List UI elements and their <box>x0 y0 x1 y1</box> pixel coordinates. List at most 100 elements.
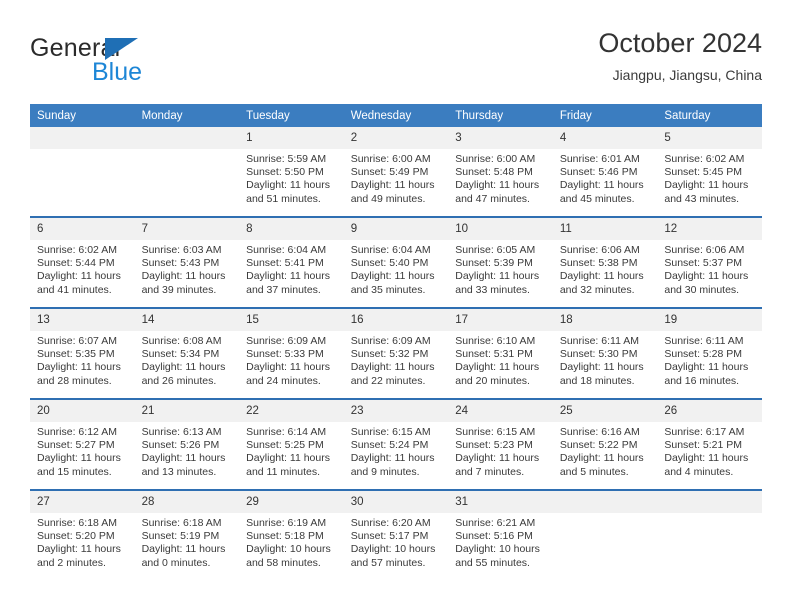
daylight-text-line1: Daylight: 11 hours <box>141 452 226 465</box>
calendar-grid: Sunday Monday Tuesday Wednesday Thursday… <box>30 104 762 580</box>
page-header: General Blue October 2024 Jiangpu, Jiang… <box>30 26 762 96</box>
calendar-day-cell-empty <box>552 489 658 580</box>
daylight-text-line1: Daylight: 11 hours <box>664 452 749 465</box>
weekday-header-row: Sunday Monday Tuesday Wednesday Thursday… <box>30 104 762 127</box>
sunrise-text: Sunrise: 6:02 AM <box>664 153 745 165</box>
calendar-day-cell[interactable]: 10 Sunrise: 6:05 AM Sunset: 5:39 PM Dayligh… <box>448 216 553 308</box>
calendar-day-cell[interactable]: 15 Sunrise: 6:09 AM Sunset: 5:33 PM Dayligh… <box>239 307 344 399</box>
calendar-day-cell[interactable]: 19 Sunrise: 6:11 AM Sunset: 5:28 PM Dayligh… <box>657 307 762 399</box>
calendar-day-cell[interactable]: 18 Sunrise: 6:11 AM Sunset: 5:30 PM Dayligh… <box>552 307 658 399</box>
day-details: Sunrise: 6:09 AM Sunset: 5:32 PM Daylight:… <box>344 331 449 388</box>
sunset-text: Sunset: 5:48 PM <box>455 166 533 179</box>
daylight-text-line1: Daylight: 11 hours <box>37 270 121 283</box>
sunset-text: Sunset: 5:21 PM <box>664 439 743 452</box>
calendar-day-cell[interactable]: 23 Sunrise: 6:15 AM Sunset: 5:24 PM Dayligh… <box>343 398 449 490</box>
calendar-day-cell[interactable]: 3 Sunrise: 6:00 AM Sunset: 5:48 PM Daylight… <box>448 127 553 217</box>
sunset-text: Sunset: 5:32 PM <box>350 348 429 361</box>
calendar-day-cell[interactable]: 28 Sunrise: 6:18 AM Sunset: 5:19 PM Dayligh… <box>134 489 240 580</box>
sunrise-text: Sunrise: 6:04 AM <box>350 244 431 256</box>
daylight-text-line2: and 45 minutes. <box>559 192 635 205</box>
calendar-day-cell[interactable]: 4 Sunrise: 6:01 AM Sunset: 5:46 PM Daylight… <box>552 127 658 217</box>
sunset-text: Sunset: 5:30 PM <box>559 348 638 361</box>
day-details: Sunrise: 6:14 AM Sunset: 5:25 PM Daylight:… <box>239 422 344 479</box>
calendar-day-cell[interactable]: 13 Sunrise: 6:07 AM Sunset: 5:35 PM Dayligh… <box>30 307 135 399</box>
day-number: 14 <box>134 309 240 331</box>
brand-triangle-icon <box>105 38 138 60</box>
sunrise-text: Sunrise: 6:16 AM <box>559 426 640 438</box>
day-number: 4 <box>552 127 658 149</box>
calendar-day-cell[interactable]: 8 Sunrise: 6:04 AM Sunset: 5:41 PM Daylight… <box>239 216 344 308</box>
daylight-text-line1: Daylight: 11 hours <box>455 179 540 192</box>
daylight-text-line1: Daylight: 11 hours <box>559 179 644 192</box>
day-number: 15 <box>239 309 344 331</box>
sunrise-text: Sunrise: 6:04 AM <box>246 244 327 256</box>
day-details: Sunrise: 6:10 AM Sunset: 5:31 PM Daylight:… <box>448 331 553 388</box>
daylight-text-line2: and 43 minutes. <box>664 192 740 205</box>
calendar-day-cell[interactable]: 20 Sunrise: 6:12 AM Sunset: 5:27 PM Dayligh… <box>30 398 135 490</box>
calendar-day-cell-empty <box>30 127 135 217</box>
calendar-page: General Blue October 2024 Jiangpu, Jiang… <box>0 0 792 612</box>
calendar-day-cell[interactable]: 16 Sunrise: 6:09 AM Sunset: 5:32 PM Dayligh… <box>343 307 449 399</box>
calendar-day-cell[interactable]: 12 Sunrise: 6:06 AM Sunset: 5:37 PM Dayligh… <box>657 216 762 308</box>
daylight-text-line1: Daylight: 11 hours <box>246 361 330 374</box>
sunset-text: Sunset: 5:38 PM <box>559 257 638 270</box>
calendar-day-cell[interactable]: 27 Sunrise: 6:18 AM Sunset: 5:20 PM Dayligh… <box>30 489 135 580</box>
daylight-text-line1: Daylight: 11 hours <box>559 270 644 283</box>
day-details: Sunrise: 6:15 AM Sunset: 5:23 PM Daylight:… <box>448 422 553 479</box>
daylight-text-line1: Daylight: 11 hours <box>559 452 644 465</box>
sunrise-text: Sunrise: 6:17 AM <box>664 426 745 438</box>
daylight-text-line1: Daylight: 11 hours <box>246 179 330 192</box>
calendar-day-cell[interactable]: 7 Sunrise: 6:03 AM Sunset: 5:43 PM Daylight… <box>134 216 240 308</box>
day-number: 23 <box>343 400 449 422</box>
calendar-day-cell[interactable]: 25 Sunrise: 6:16 AM Sunset: 5:22 PM Dayligh… <box>552 398 658 490</box>
daylight-text-line1: Daylight: 10 hours <box>246 543 331 556</box>
sunset-text: Sunset: 5:27 PM <box>37 439 115 452</box>
daylight-text-line1: Daylight: 11 hours <box>246 452 330 465</box>
sunset-text: Sunset: 5:49 PM <box>350 166 429 179</box>
day-number: 31 <box>448 491 553 513</box>
calendar-day-cell[interactable]: 11 Sunrise: 6:06 AM Sunset: 5:38 PM Dayligh… <box>552 216 658 308</box>
calendar-day-cell[interactable]: 30 Sunrise: 6:20 AM Sunset: 5:17 PM Dayligh… <box>343 489 449 580</box>
day-details: Sunrise: 6:12 AM Sunset: 5:27 PM Daylight:… <box>30 422 135 479</box>
daylight-text-line2: and 22 minutes. <box>350 374 426 387</box>
day-number: 7 <box>134 218 240 240</box>
calendar-day-cell[interactable]: 6 Sunrise: 6:02 AM Sunset: 5:44 PM Daylight… <box>30 216 135 308</box>
sunset-text: Sunset: 5:46 PM <box>559 166 638 179</box>
daylight-text-line2: and 41 minutes. <box>37 283 112 296</box>
day-details: Sunrise: 6:09 AM Sunset: 5:33 PM Daylight:… <box>239 331 344 388</box>
daylight-text-line2: and 33 minutes. <box>455 283 530 296</box>
calendar-day-cell[interactable]: 9 Sunrise: 6:04 AM Sunset: 5:40 PM Daylight… <box>343 216 449 308</box>
page-subtitle: Jiangpu, Jiangsu, China <box>612 67 762 83</box>
calendar-day-cell[interactable]: 14 Sunrise: 6:08 AM Sunset: 5:34 PM Dayligh… <box>134 307 240 399</box>
sunrise-text: Sunrise: 6:09 AM <box>246 335 327 347</box>
daylight-text-line1: Daylight: 11 hours <box>37 543 121 556</box>
calendar-day-cell[interactable]: 21 Sunrise: 6:13 AM Sunset: 5:26 PM Dayligh… <box>134 398 240 490</box>
calendar-day-cell[interactable]: 24 Sunrise: 6:15 AM Sunset: 5:23 PM Dayligh… <box>448 398 553 490</box>
day-number: 6 <box>30 218 135 240</box>
day-details: Sunrise: 6:00 AM Sunset: 5:48 PM Daylight:… <box>448 149 553 206</box>
calendar-day-cell[interactable]: 2 Sunrise: 6:00 AM Sunset: 5:49 PM Daylight… <box>343 127 449 217</box>
daylight-text-line2: and 13 minutes. <box>141 465 217 478</box>
day-number: 28 <box>134 491 240 513</box>
sunrise-text: Sunrise: 6:21 AM <box>455 517 536 529</box>
daylight-text-line1: Daylight: 11 hours <box>141 361 226 374</box>
weekday-header-tuesday: Tuesday <box>239 104 344 127</box>
day-details: Sunrise: 6:20 AM Sunset: 5:17 PM Daylight:… <box>344 513 449 570</box>
brand-name-blue: Blue <box>92 58 143 86</box>
day-details: Sunrise: 6:02 AM Sunset: 5:45 PM Daylight:… <box>657 149 762 206</box>
calendar-day-cell[interactable]: 22 Sunrise: 6:14 AM Sunset: 5:25 PM Dayligh… <box>239 398 344 490</box>
daylight-text-line1: Daylight: 11 hours <box>664 270 749 283</box>
sunrise-text: Sunrise: 6:03 AM <box>141 244 222 256</box>
calendar-day-cell[interactable]: 26 Sunrise: 6:17 AM Sunset: 5:21 PM Dayligh… <box>657 398 762 490</box>
sunrise-text: Sunrise: 6:10 AM <box>455 335 536 347</box>
calendar-day-cell[interactable]: 1 Sunrise: 5:59 AM Sunset: 5:50 PM Daylight… <box>239 127 344 217</box>
generalblue-logo[interactable]: General Blue <box>30 34 260 90</box>
calendar-day-cell[interactable]: 31 Sunrise: 6:21 AM Sunset: 5:16 PM Dayligh… <box>448 489 553 580</box>
day-number <box>134 127 240 149</box>
calendar-day-cell[interactable]: 17 Sunrise: 6:10 AM Sunset: 5:31 PM Dayligh… <box>448 307 553 399</box>
sunrise-text: Sunrise: 6:08 AM <box>141 335 222 347</box>
day-number: 5 <box>657 127 762 149</box>
sunrise-text: Sunrise: 6:00 AM <box>350 153 431 165</box>
calendar-day-cell[interactable]: 5 Sunrise: 6:02 AM Sunset: 5:45 PM Daylight… <box>657 127 762 217</box>
calendar-day-cell[interactable]: 29 Sunrise: 6:19 AM Sunset: 5:18 PM Dayligh… <box>239 489 344 580</box>
